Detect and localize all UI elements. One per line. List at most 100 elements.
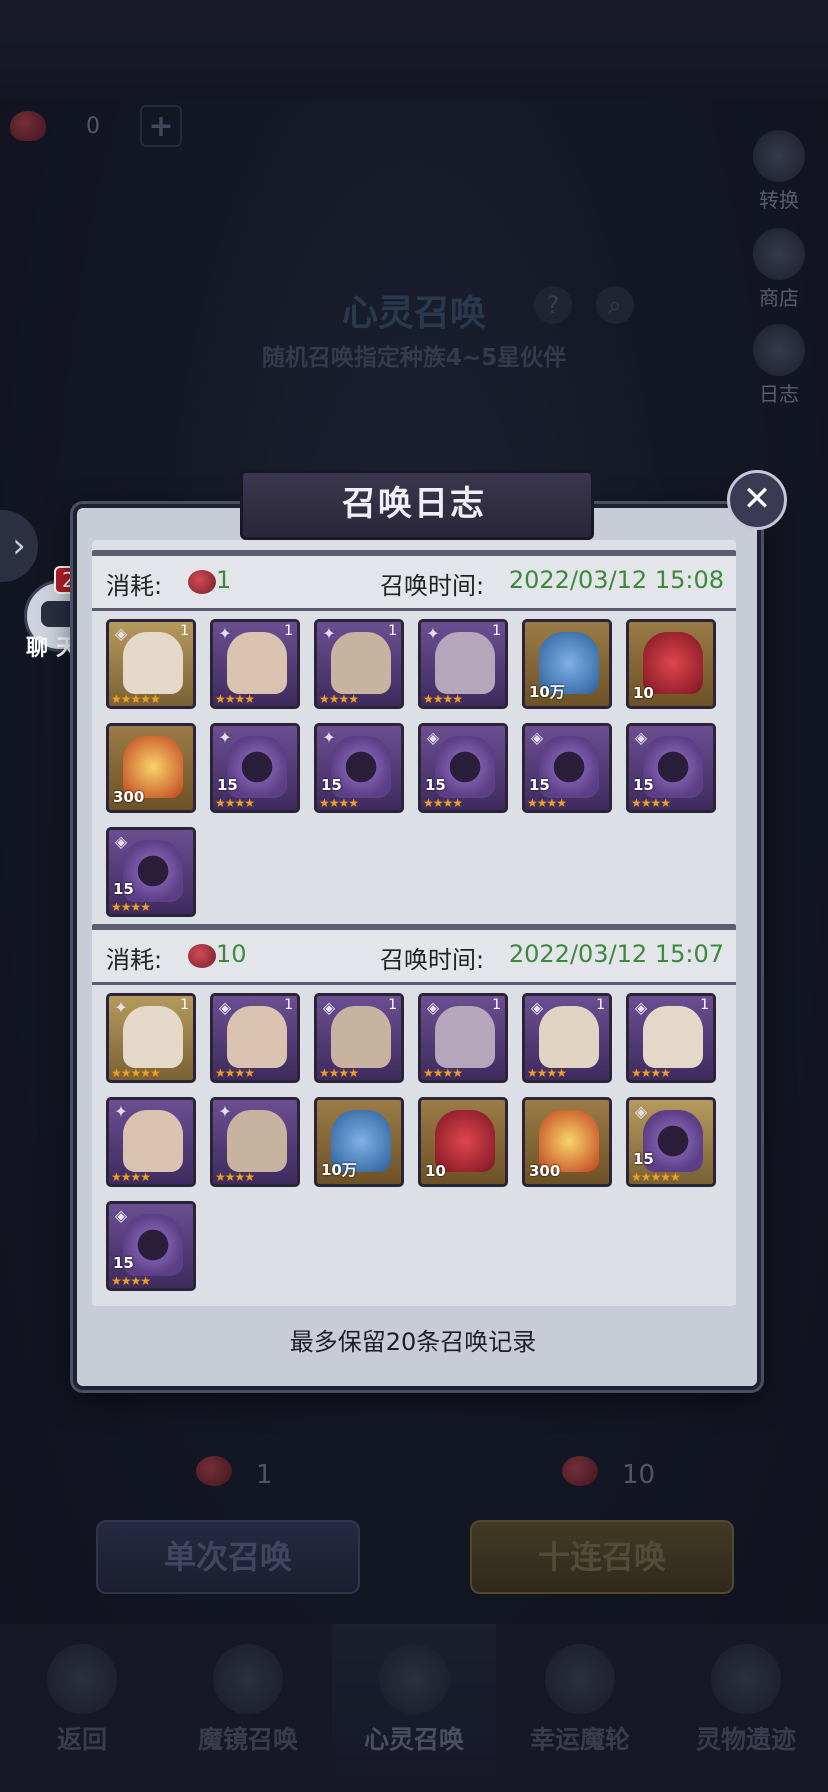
hero-portrait (643, 1006, 703, 1068)
star-rating: ★★★★ (215, 796, 255, 810)
shard-card[interactable]: ◈ 15 ★★★★★ (626, 1097, 716, 1187)
item-count: 10 (425, 1162, 446, 1180)
cost-value: 1 (216, 566, 232, 594)
hero-card[interactable]: ◈ 1 ★★★★ (210, 993, 300, 1083)
record-items-1: ✦ 1 ★★★★★ ◈ 1 ★★★★ ◈ 1 ★★★★ ◈ 1 ★★★★ ◈ 1 ★★★★ ◈ 1 ★★★★ ✦ ★★… (92, 982, 736, 1305)
star-rating: ★★★★★ (111, 1066, 161, 1080)
star-item[interactable]: 300 (106, 723, 196, 813)
star-rating: ★★★★★ (111, 692, 161, 706)
class-icon: ◈ (426, 998, 440, 1017)
class-icon: ◈ (530, 998, 544, 1017)
hero-card[interactable]: ◈ 1 ★★★★ (314, 993, 404, 1083)
shard-card[interactable]: ◈ 15 ★★★★ (106, 827, 196, 917)
dialog-title: 召唤日志 (342, 484, 486, 524)
hero-level: 1 (388, 997, 397, 1013)
hero-level: 1 (596, 997, 605, 1013)
cost-label: 消耗: (106, 946, 163, 974)
star-rating: ★★★★ (319, 692, 359, 706)
class-icon: ◈ (114, 832, 128, 851)
hero-portrait (331, 1006, 391, 1068)
star-rating: ★★★★ (111, 900, 151, 914)
hero-card[interactable]: ◈ 1 ★★★★ (418, 993, 508, 1083)
hero-portrait (123, 632, 183, 694)
time-label: 召唤时间: (380, 946, 485, 974)
class-icon: ◈ (634, 1102, 648, 1121)
hero-card[interactable]: ✦ 1 ★★★★ (314, 619, 404, 709)
class-icon: ◈ (634, 998, 648, 1017)
class-icon: ✦ (218, 624, 232, 643)
hero-portrait (435, 1006, 495, 1068)
class-icon: ✦ (114, 1102, 128, 1121)
hero-card[interactable]: ✦ ★★★★ (210, 1097, 300, 1187)
item-count: 15 (529, 776, 550, 794)
ruby-item[interactable]: 10 (626, 619, 716, 709)
cost-gem-icon (188, 944, 216, 968)
star-rating: ★★★★ (527, 1066, 567, 1080)
record-items-0: ◈ 1 ★★★★★ ✦ 1 ★★★★ ✦ 1 ★★★★ ✦ 1 ★★★★ 10万 10 300 ✦ 15 ★★★★… (92, 608, 736, 927)
star-rating: ★★★★ (111, 1170, 151, 1184)
hero-card[interactable]: ✦ ★★★★ (106, 1097, 196, 1187)
star-rating: ★★★★ (215, 1066, 255, 1080)
item-count: 15 (217, 776, 238, 794)
star-rating: ★★★★ (527, 796, 567, 810)
log-limit-note: 最多保留20条召唤记录 (289, 1328, 537, 1356)
hero-card[interactable]: ◈ 1 ★★★★ (626, 993, 716, 1083)
star-item[interactable]: 300 (522, 1097, 612, 1187)
hero-card[interactable]: ◈ 1 ★★★★ (522, 993, 612, 1083)
item-count: 15 (113, 1254, 134, 1272)
hero-level: 1 (180, 623, 189, 639)
shard-card[interactable]: ◈ 15 ★★★★ (626, 723, 716, 813)
shard-card[interactable]: ◈ 15 ★★★★ (106, 1201, 196, 1291)
cost-label: 消耗: (106, 572, 163, 600)
exp-item[interactable]: 10万 (314, 1097, 404, 1187)
class-icon: ✦ (322, 624, 336, 643)
exp-item[interactable]: 10万 (522, 619, 612, 709)
hero-level: 1 (492, 623, 501, 639)
hero-portrait (227, 632, 287, 694)
star-rating: ★★★★ (423, 692, 463, 706)
class-icon: ◈ (218, 998, 232, 1017)
hero-level: 1 (284, 997, 293, 1013)
star-rating: ★★★★ (319, 796, 359, 810)
class-icon: ✦ (322, 728, 336, 747)
summon-time: 2022/03/12 15:08 (508, 566, 724, 594)
shard-card[interactable]: ✦ 15 ★★★★ (314, 723, 404, 813)
item-count: 15 (633, 1150, 654, 1168)
cost-gem-icon (188, 570, 216, 594)
class-icon: ◈ (426, 728, 440, 747)
hero-level: 1 (492, 997, 501, 1013)
hero-portrait (227, 1006, 287, 1068)
shard-card[interactable]: ◈ 15 ★★★★ (522, 723, 612, 813)
class-icon: ✦ (114, 998, 128, 1017)
class-icon: ◈ (322, 998, 336, 1017)
hero-level: 1 (700, 997, 709, 1013)
star-rating: ★★★★ (631, 1066, 671, 1080)
hero-portrait (331, 632, 391, 694)
shard-card[interactable]: ◈ 15 ★★★★ (418, 723, 508, 813)
hero-card[interactable]: ✦ 1 ★★★★ (210, 619, 300, 709)
class-icon: ✦ (426, 624, 440, 643)
star-rating: ★★★★ (111, 1274, 151, 1288)
class-icon: ◈ (530, 728, 544, 747)
cost-value: 10 (216, 940, 247, 968)
hero-card[interactable]: ✦ 1 ★★★★★ (106, 993, 196, 1083)
close-button[interactable]: ✕ (727, 470, 787, 530)
class-icon: ◈ (114, 1206, 128, 1225)
star-rating: ★★★★ (215, 692, 255, 706)
shard-card[interactable]: ✦ 15 ★★★★ (210, 723, 300, 813)
time-label: 召唤时间: (380, 572, 485, 600)
item-count: 15 (321, 776, 342, 794)
hero-card[interactable]: ✦ 1 ★★★★ (418, 619, 508, 709)
hero-portrait (123, 1006, 183, 1068)
item-count: 15 (633, 776, 654, 794)
star-rating: ★★★★ (319, 1066, 359, 1080)
item-count: 300 (113, 788, 145, 806)
hero-card[interactable]: ◈ 1 ★★★★★ (106, 619, 196, 709)
ruby-item[interactable]: 10 (418, 1097, 508, 1187)
star-rating: ★★★★ (631, 796, 671, 810)
item-count: 15 (425, 776, 446, 794)
star-rating: ★★★★ (215, 1170, 255, 1184)
hero-level: 1 (284, 623, 293, 639)
hero-portrait (435, 632, 495, 694)
item-count: 15 (113, 880, 134, 898)
